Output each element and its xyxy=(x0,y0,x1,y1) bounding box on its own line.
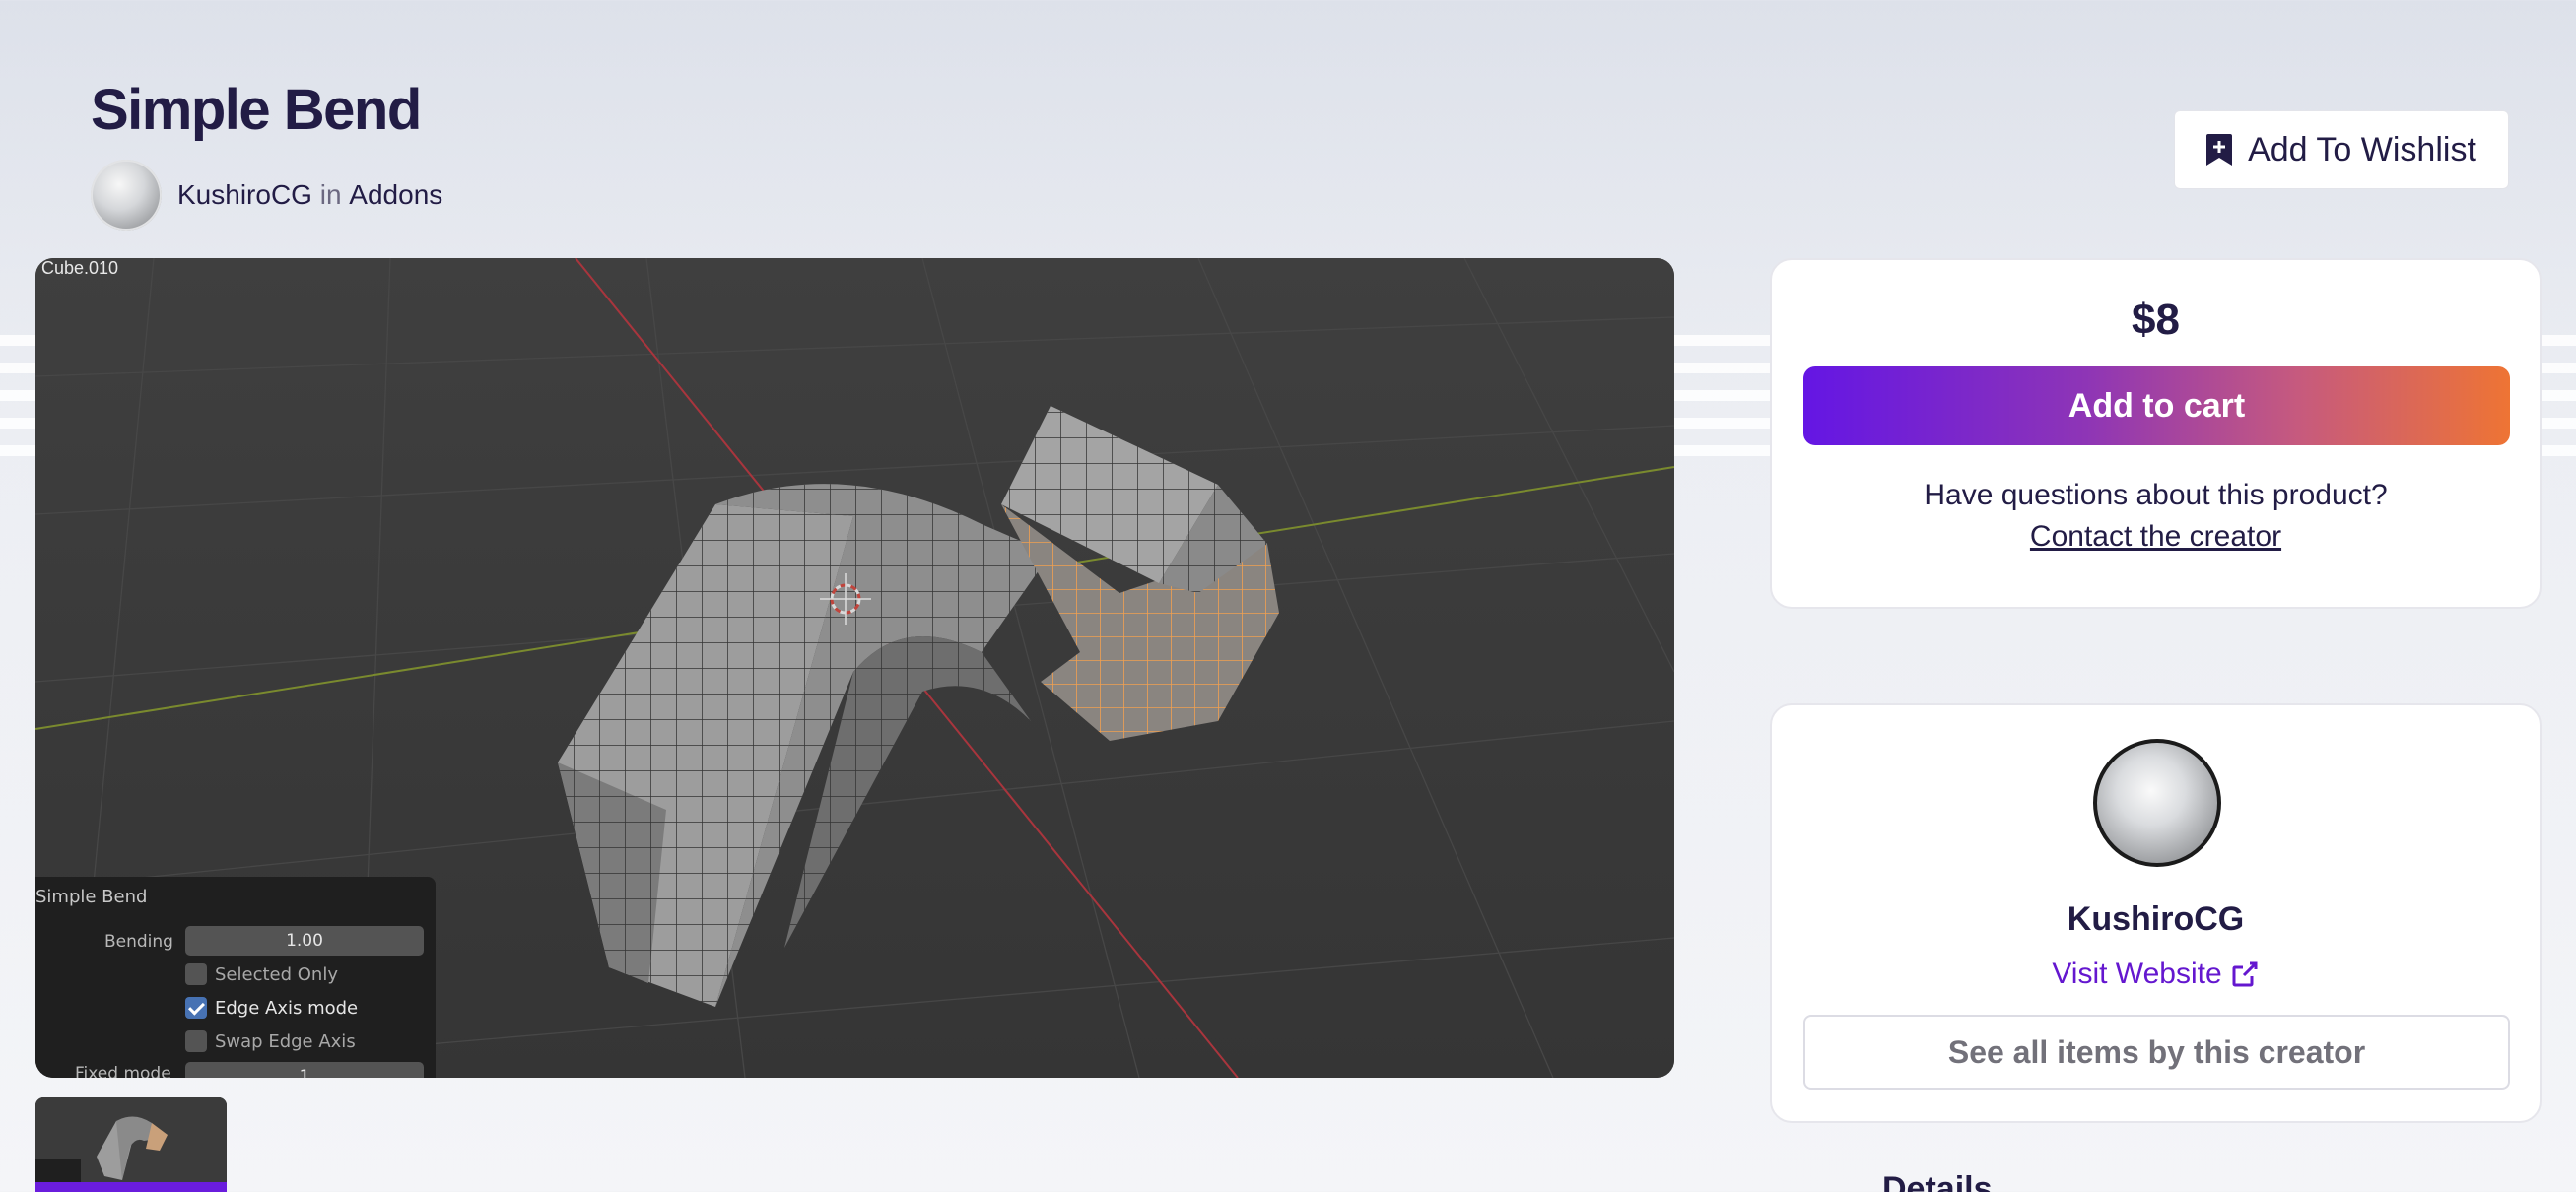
checkbox-box xyxy=(185,963,207,985)
visit-website-link[interactable]: Visit Website xyxy=(1772,958,2540,991)
checkbox-box xyxy=(185,1030,207,1052)
checkbox-box xyxy=(185,997,207,1019)
add-to-cart-button[interactable]: Add to cart xyxy=(1803,366,2510,445)
creator-avatar-large[interactable] xyxy=(2093,739,2221,867)
page-title: Simple Bend xyxy=(91,78,422,142)
purchase-card: $8 Add to cart Have questions about this… xyxy=(1770,258,2542,609)
see-all-items-button[interactable]: See all items by this creator xyxy=(1803,1015,2510,1090)
price: $8 xyxy=(2132,296,2180,344)
checkbox-label: Edge Axis mode xyxy=(215,997,359,1019)
checkbox-label: Selected Only xyxy=(215,963,338,985)
thumbnail-image xyxy=(35,1097,227,1192)
thumbnail-active-bar xyxy=(35,1182,227,1192)
bookmark-plus-icon xyxy=(2206,134,2233,166)
contact-creator-link[interactable]: Contact the creator xyxy=(1772,520,2540,554)
creator-avatar[interactable] xyxy=(91,160,162,231)
edge-axis-mode-checkbox[interactable]: Edge Axis mode xyxy=(185,997,358,1019)
creator-link[interactable]: KushiroCG xyxy=(177,179,312,210)
in-text: in xyxy=(319,179,342,210)
questions-text: Have questions about this product? xyxy=(1924,479,2388,511)
byline: KushiroCG in Addons xyxy=(91,160,442,231)
wishlist-label: Add To Wishlist xyxy=(2248,130,2476,168)
media-thumbnail[interactable] xyxy=(35,1097,227,1192)
fixed-mode-label: Fixed mode xyxy=(75,1064,171,1078)
swap-edge-axis-checkbox[interactable]: Swap Edge Axis xyxy=(185,1030,356,1052)
operator-title: Simple Bend xyxy=(35,887,148,907)
operator-panel[interactable]: Simple Bend Bending 1.00 Selected Only E… xyxy=(35,877,436,1078)
selected-only-checkbox[interactable]: Selected Only xyxy=(185,963,338,985)
visit-website-label: Visit Website xyxy=(2052,958,2222,990)
object-name-label: Cube.010 xyxy=(41,258,119,278)
checkbox-label: Swap Edge Axis xyxy=(215,1030,356,1052)
details-heading: Details xyxy=(1882,1170,1993,1192)
product-media-viewer[interactable]: Cube.010 Simple Bend Bending 1.00 Select… xyxy=(35,258,1674,1078)
fixed-mode-field[interactable]: 1 xyxy=(185,1062,424,1078)
add-to-wishlist-button[interactable]: Add To Wishlist xyxy=(2174,110,2509,189)
external-link-icon xyxy=(2232,961,2258,987)
creator-name: KushiroCG xyxy=(2067,900,2245,938)
bending-field[interactable]: 1.00 xyxy=(185,926,424,956)
creator-card: KushiroCG Visit Website See all items by… xyxy=(1770,703,2542,1123)
category-link[interactable]: Addons xyxy=(349,179,442,210)
bending-label: Bending xyxy=(104,932,173,952)
